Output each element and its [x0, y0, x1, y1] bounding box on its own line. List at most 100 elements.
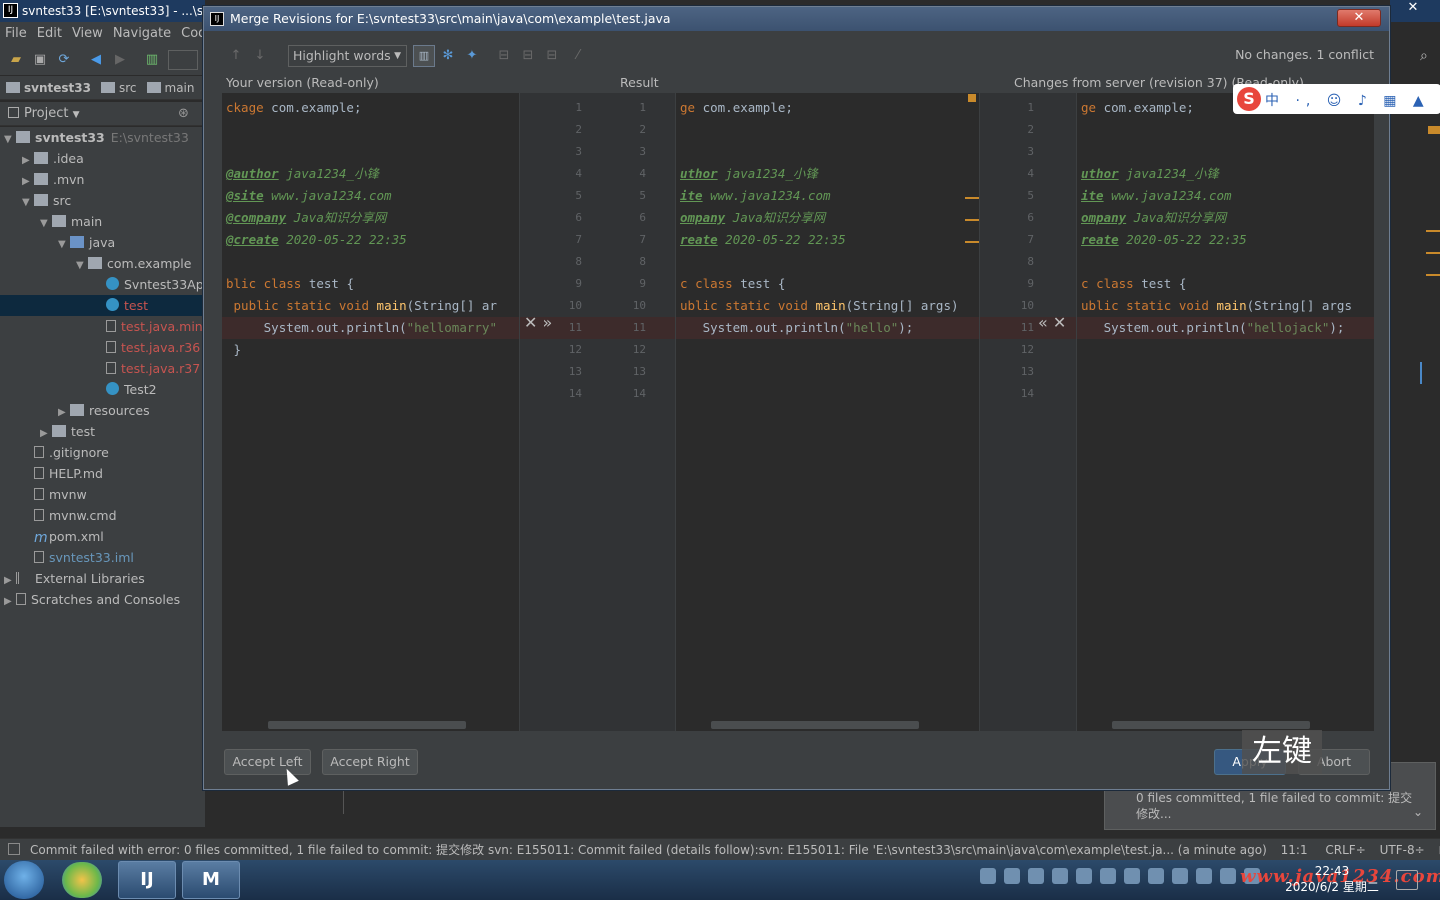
tree-item[interactable]: svntest33.iml: [0, 547, 205, 568]
tree-item[interactable]: test.java.r37: [0, 358, 205, 379]
tree-item[interactable]: mvnw.cmd: [0, 505, 205, 526]
dialog-title-bar[interactable]: IJ Merge Revisions for E:\svntest33\src\…: [204, 7, 1389, 31]
app-taskbar-button[interactable]: M: [182, 861, 240, 899]
tree-item[interactable]: test: [0, 295, 205, 316]
left-editor[interactable]: ckage com.example; @author java1234_小锋 @si…: [222, 93, 519, 731]
tray-icon[interactable]: [1004, 868, 1020, 884]
tray-icon[interactable]: [980, 868, 996, 884]
project-panel-header[interactable]: Project ▼ ⊛: [0, 102, 205, 126]
chevron-right-icon[interactable]: ▶: [22, 150, 34, 169]
chevron-down-icon[interactable]: ▼: [22, 192, 34, 211]
apply-non-conflicting-right-icon[interactable]: ⊟: [544, 48, 560, 64]
tree-item[interactable]: ▶ Scratches and Consoles: [0, 589, 205, 610]
result-editor[interactable]: ge com.example; uthor java1234_小锋 ite www.…: [676, 93, 979, 731]
tree-item[interactable]: test.java.min: [0, 316, 205, 337]
tree-item[interactable]: mpom.xml: [0, 526, 205, 547]
tree-item[interactable]: mvnw: [0, 484, 205, 505]
apply-non-conflicting-all-icon[interactable]: ⊟: [520, 48, 536, 64]
tree-item[interactable]: HELP.md: [0, 463, 205, 484]
apply-right-change-button[interactable]: « ✕: [1038, 313, 1066, 333]
tree-item[interactable]: ▼ src: [0, 190, 205, 211]
menu-navigate[interactable]: Navigate: [108, 26, 176, 41]
clock[interactable]: 22:43 2020/6/2 星期二: [1282, 863, 1382, 895]
chevron-right-icon[interactable]: ▶: [40, 423, 52, 442]
tray-icon[interactable]: [1196, 868, 1212, 884]
right-scrollbar[interactable]: [1112, 721, 1310, 729]
forward-icon[interactable]: ▶: [112, 52, 128, 68]
accept-right-button[interactable]: Accept Right: [322, 749, 418, 775]
breadcrumb-project[interactable]: svntest33: [6, 81, 91, 95]
ide-close-icon[interactable]: ✕: [1398, 0, 1428, 18]
gear-icon[interactable]: ⊛: [178, 102, 189, 126]
side-by-side-toggle-icon[interactable]: ▥: [413, 45, 435, 67]
tree-item[interactable]: ▼ main: [0, 211, 205, 232]
chevron-down-icon[interactable]: ⌄: [1413, 805, 1423, 819]
chevron-right-icon[interactable]: ▶: [4, 570, 16, 589]
apply-left-change-button[interactable]: ✕ »: [524, 313, 552, 333]
status-message[interactable]: Commit failed with error: 0 files commit…: [30, 843, 1267, 857]
breadcrumb-src[interactable]: src: [100, 81, 137, 95]
tree-item[interactable]: ▼ com.example: [0, 253, 205, 274]
menu-view[interactable]: View: [67, 26, 108, 41]
tree-item[interactable]: ▼ java: [0, 232, 205, 253]
tray-icon[interactable]: [1052, 868, 1068, 884]
run-config-dropdown[interactable]: [168, 50, 198, 70]
start-button[interactable]: [4, 861, 44, 899]
menu-edit[interactable]: Edit: [32, 26, 67, 41]
highlight-mode-dropdown[interactable]: Highlight words ▼: [288, 45, 407, 67]
tree-item[interactable]: ▶ .mvn: [0, 169, 205, 190]
open-folder-icon[interactable]: ▰: [8, 52, 24, 68]
tree-item[interactable]: Svntest33Ap: [0, 274, 205, 295]
save-icon[interactable]: ▣: [32, 52, 48, 68]
left-scrollbar[interactable]: [268, 721, 466, 729]
settings-gear-icon[interactable]: ✻: [440, 48, 456, 64]
tree-item[interactable]: ▼ svntest33 E:\svntest33: [0, 127, 205, 148]
status-caret-position[interactable]: 11:1: [1281, 843, 1308, 857]
tree-item[interactable]: ▶ resources: [0, 400, 205, 421]
menu-file[interactable]: File: [0, 26, 32, 41]
notification-center-icon[interactable]: [1396, 870, 1418, 890]
sync-icon[interactable]: ⟳: [56, 52, 72, 68]
tray-icon[interactable]: [1220, 868, 1236, 884]
magic-resolve-icon[interactable]: ✦: [464, 48, 480, 64]
tray-icon[interactable]: [1124, 868, 1140, 884]
chevron-down-icon[interactable]: ▼: [76, 255, 88, 274]
tree-item[interactable]: test.java.r36: [0, 337, 205, 358]
tree-item[interactable]: .gitignore: [0, 442, 205, 463]
tray-icon[interactable]: [1076, 868, 1092, 884]
tray-icon[interactable]: [1148, 868, 1164, 884]
right-editor[interactable]: ge com.example; uthor java1234_小锋 ite www.…: [1077, 93, 1374, 731]
status-encoding[interactable]: UTF-8÷: [1380, 843, 1425, 857]
right-gutter: 1 2 3 4 5 6 7 8 9 10 11 12 13 14: [980, 93, 1076, 731]
ime-controls[interactable]: 中 ·, ☺ ♪ ▦ ▲ ▦: [1265, 90, 1440, 110]
tree-item[interactable]: ▶ External Libraries: [0, 568, 205, 589]
center-scrollbar[interactable]: [711, 721, 919, 729]
back-icon[interactable]: ◀: [88, 52, 104, 68]
chevron-down-icon[interactable]: ▼: [58, 234, 70, 253]
accept-left-button[interactable]: Accept Left: [224, 749, 311, 775]
breadcrumb-main[interactable]: main: [146, 81, 194, 95]
chevron-right-icon[interactable]: ▶: [58, 402, 70, 421]
tray-icon[interactable]: [1172, 868, 1188, 884]
tree-item[interactable]: Test2: [0, 379, 205, 400]
chevron-right-icon[interactable]: ▶: [4, 591, 16, 610]
dialog-close-button[interactable]: ✕: [1337, 9, 1381, 27]
tray-icon[interactable]: [1028, 868, 1044, 884]
chevron-down-icon[interactable]: ▼: [40, 213, 52, 232]
ime-toolbar[interactable]: S 中 ·, ☺ ♪ ▦ ▲ ▦: [1233, 84, 1440, 114]
build-icon[interactable]: ▥: [144, 52, 160, 68]
next-change-icon[interactable]: ↓: [252, 48, 268, 64]
tray-icon[interactable]: [1100, 868, 1116, 884]
chevron-down-icon[interactable]: ▼: [4, 129, 16, 148]
search-icon[interactable]: ⌕: [1420, 48, 1428, 64]
chevron-right-icon[interactable]: ▶: [22, 171, 34, 190]
status-line-separator[interactable]: CRLF÷: [1325, 843, 1365, 857]
tree-item[interactable]: ▶ test: [0, 421, 205, 442]
previous-change-icon[interactable]: ↑: [228, 48, 244, 64]
wand-icon[interactable]: ⁄: [570, 48, 586, 64]
apply-non-conflicting-left-icon[interactable]: ⊟: [496, 48, 512, 64]
intellij-taskbar-button[interactable]: IJ: [118, 861, 176, 899]
browser-taskbar-icon[interactable]: [62, 862, 102, 898]
tree-item[interactable]: ▶ .idea: [0, 148, 205, 169]
tool-window-toggle-icon[interactable]: [8, 843, 20, 855]
